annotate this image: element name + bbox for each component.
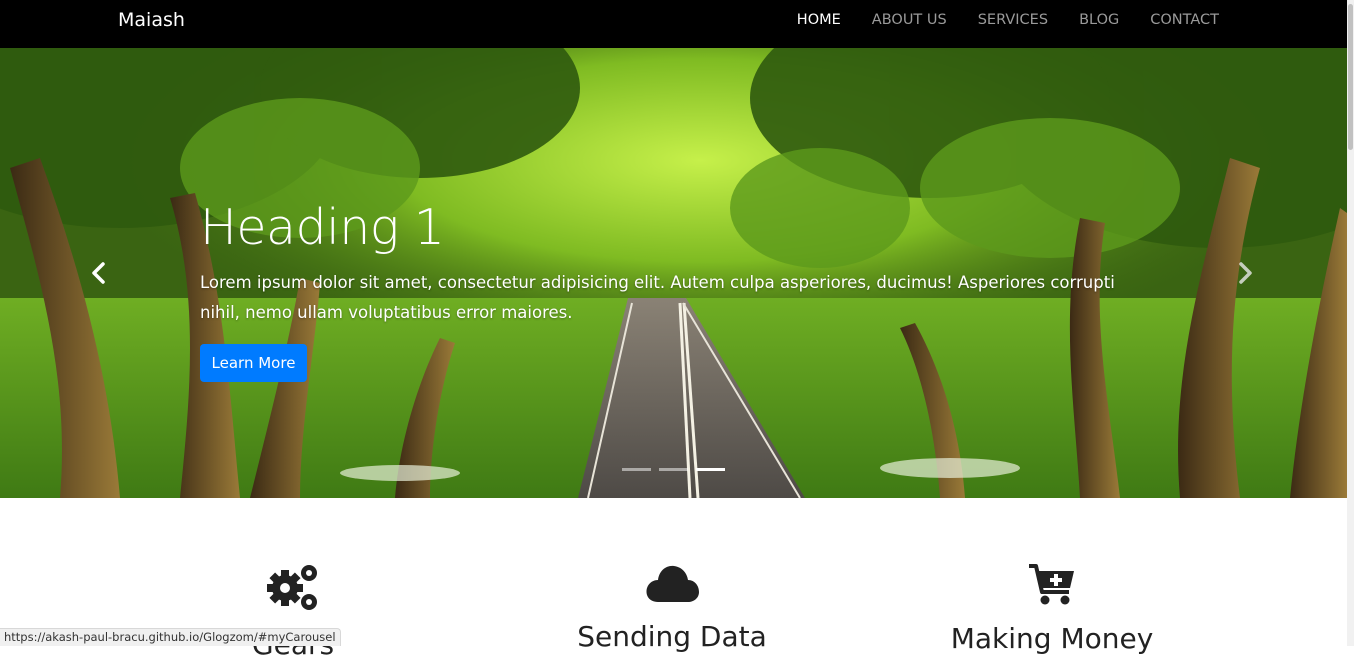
nav-services[interactable]: SERVICES (978, 12, 1048, 28)
gears-icon (267, 565, 317, 610)
carousel-prev-button[interactable] (84, 258, 114, 288)
carousel-indicators (622, 468, 725, 471)
nav-contact[interactable]: CONTACT (1150, 12, 1219, 28)
carousel-heading: Heading 1 (200, 199, 445, 256)
carousel-text: Lorem ipsum dolor sit amet, consectetur … (200, 273, 1115, 322)
learn-more-button[interactable]: Learn More (200, 344, 307, 382)
vertical-scrollbar[interactable] (1347, 0, 1354, 646)
nav-blog[interactable]: BLOG (1079, 12, 1119, 28)
feature-gears: Gears (133, 562, 453, 661)
navbar: Maiash HOME ABOUT US SERVICES BLOG CONTA… (0, 0, 1347, 48)
nav-home[interactable]: HOME (797, 12, 841, 28)
feature-sending-data: Sending Data (512, 562, 832, 653)
chevron-left-icon (92, 262, 105, 284)
scrollbar-thumb[interactable] (1348, 4, 1353, 150)
feature-title-making-money: Making Money (950, 622, 1154, 655)
nav-about-us[interactable]: ABOUT US (872, 12, 947, 28)
cloud-icon (646, 565, 699, 602)
chevron-right-icon (1239, 262, 1252, 284)
features-section: Gears Sending Data Making Money (0, 498, 1347, 661)
cart-plus-icon (1029, 564, 1074, 605)
nav-menu: HOME ABOUT US SERVICES BLOG CONTACT (797, 12, 1219, 28)
brand-logo[interactable]: Maiash (118, 9, 185, 31)
carousel-next-button[interactable] (1230, 258, 1260, 288)
status-bar-url: https://akash-paul-bracu.github.io/Glogz… (0, 628, 341, 646)
hero-carousel: Heading 1 Lorem ipsum dolor sit amet, co… (0, 48, 1347, 498)
carousel-caption: Heading 1 Lorem ipsum dolor sit amet, co… (200, 198, 1130, 328)
feature-title-sending-data: Sending Data (577, 620, 767, 653)
carousel-indicator-1[interactable] (622, 468, 651, 471)
feature-making-money: Making Money (892, 562, 1212, 655)
carousel-indicator-3[interactable] (696, 468, 725, 471)
carousel-indicator-2[interactable] (659, 468, 688, 471)
